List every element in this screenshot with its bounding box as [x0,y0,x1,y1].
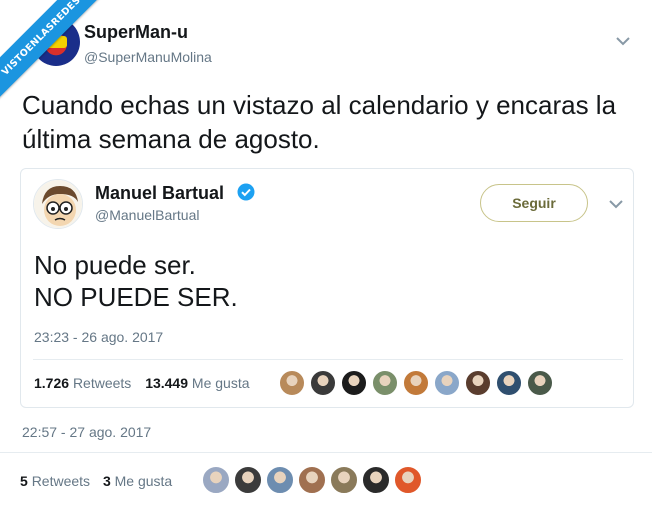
liker-avatar[interactable] [372,370,398,396]
quoted-likes-stat[interactable]: 13.449 Me gusta [145,375,249,391]
liker-avatar[interactable] [266,466,294,494]
tweet-stats: 5 Retweets 3 Me gusta [20,473,172,489]
quoted-stats: 1.726 Retweets 13.449 Me gusta [34,375,250,391]
quoted-author-handle[interactable]: @ManuelBartual [95,207,200,223]
likes-stat[interactable]: 3 Me gusta [103,473,172,489]
quoted-likers-avatars [279,370,558,396]
retweets-label: Retweets [31,473,91,489]
quoted-text-line-2: NO PUEDE SER. [34,282,238,312]
liker-avatar[interactable] [310,370,336,396]
liker-avatar[interactable] [496,370,522,396]
tweet-header: SuperMan-u @SuperManuMolina [24,14,634,70]
retweets-count: 5 [20,473,28,489]
likes-count: 3 [102,473,111,489]
likes-label: Me gusta [114,473,173,489]
chevron-down-icon[interactable] [616,36,630,46]
quoted-author-name[interactable]: Manuel Bartual [95,183,224,204]
quoted-avatar[interactable] [33,179,83,229]
quoted-tweet[interactable]: Manuel Bartual @ManuelBartual Seguir No … [20,168,634,408]
liker-avatar[interactable] [202,466,230,494]
verified-badge-icon [237,183,255,201]
liker-avatar[interactable] [330,466,358,494]
divider [0,452,652,453]
liker-avatar[interactable] [434,370,460,396]
follow-button[interactable]: Seguir [480,184,588,222]
quoted-retweets-stat[interactable]: 1.726 Retweets [34,375,131,391]
liker-avatar[interactable] [394,466,422,494]
tweet-timestamp[interactable]: 22:57 - 27 ago. 2017 [22,424,151,440]
liker-avatar[interactable] [527,370,553,396]
chevron-down-icon[interactable] [609,199,623,209]
quoted-timestamp[interactable]: 23:23 - 26 ago. 2017 [34,329,163,345]
divider [33,359,623,360]
liker-avatar[interactable] [341,370,367,396]
likers-avatars [202,466,426,494]
author-name[interactable]: SuperMan-u [84,22,188,43]
liker-avatar[interactable] [234,466,262,494]
liker-avatar[interactable] [465,370,491,396]
quoted-retweets-label: Retweets [72,375,132,391]
quoted-retweets-count: 1.726 [34,375,70,391]
quoted-likes-label: Me gusta [191,375,250,391]
retweets-stat[interactable]: 5 Retweets [20,473,90,489]
liker-avatar[interactable] [362,466,390,494]
author-handle[interactable]: @SuperManuMolina [84,49,212,65]
liker-avatar[interactable] [279,370,305,396]
liker-avatar[interactable] [403,370,429,396]
quoted-tweet-text: No puede ser. NO PUEDE SER. [34,249,238,313]
quoted-text-line-1: No puede ser. [34,250,196,280]
liker-avatar[interactable] [298,466,326,494]
quoted-likes-count: 13.449 [145,375,189,391]
tweet-text: Cuando echas un vistazo al calendario y … [22,90,617,154]
